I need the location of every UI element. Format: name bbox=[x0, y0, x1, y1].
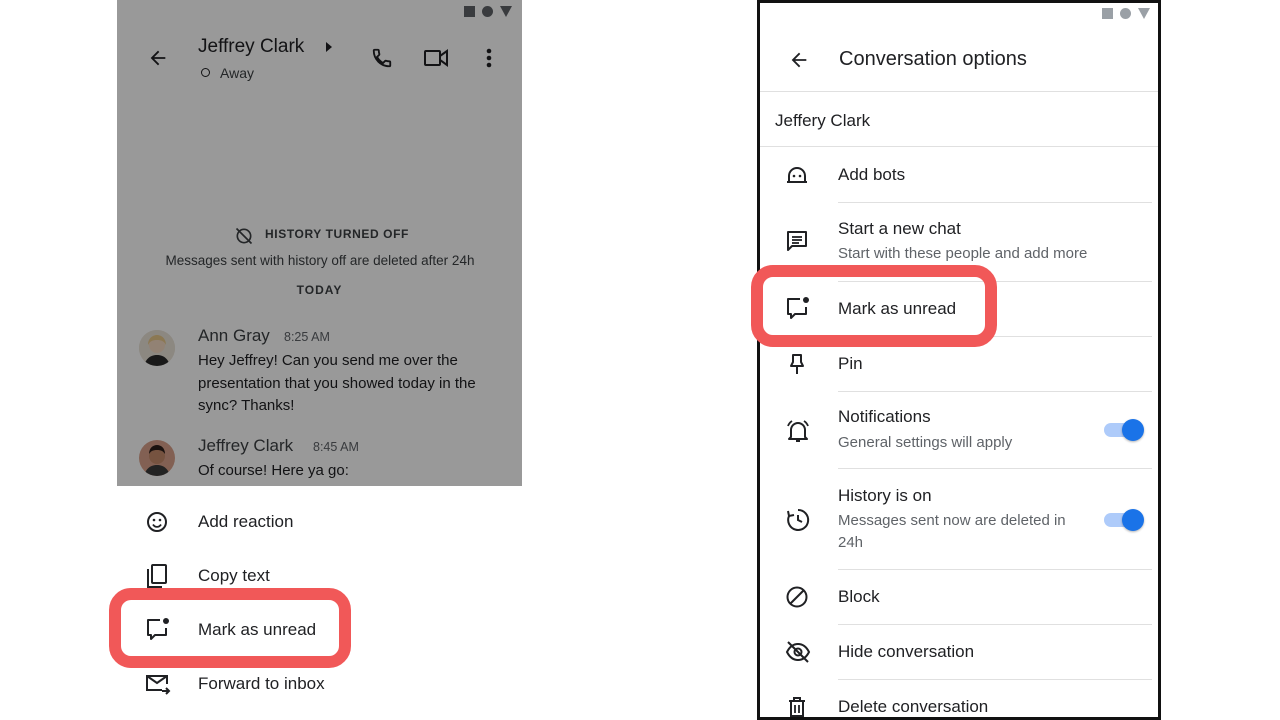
block-icon bbox=[785, 585, 809, 609]
caret-right-icon[interactable] bbox=[325, 42, 333, 52]
divider bbox=[760, 91, 1158, 92]
history-icon bbox=[785, 507, 811, 533]
history-note: Messages sent with history off are delet… bbox=[165, 253, 475, 268]
option-label: Block bbox=[838, 587, 880, 606]
sheet-item-label: Forward to inbox bbox=[198, 674, 325, 693]
back-arrow-icon[interactable] bbox=[788, 49, 810, 71]
contact-status: Away bbox=[220, 65, 254, 81]
option-label: Hide conversation bbox=[838, 642, 975, 661]
message-sender: Ann Gray bbox=[198, 326, 270, 345]
more-vert-icon[interactable] bbox=[486, 48, 492, 68]
forward-mail-icon bbox=[145, 672, 171, 696]
message-text[interactable]: Of course! Here ya go: bbox=[198, 460, 508, 483]
message-time: 8:45 AM bbox=[313, 440, 359, 454]
history-banner: HISTORY TURNED OFF bbox=[265, 227, 409, 241]
avatar-ann-gray[interactable] bbox=[139, 330, 175, 366]
message-time: 8:25 AM bbox=[284, 330, 330, 344]
notifications-toggle[interactable] bbox=[1104, 419, 1144, 441]
message-sender: Jeffrey Clark bbox=[198, 436, 294, 455]
option-label: History is on bbox=[838, 486, 932, 505]
option-sublabel: Start with these people and add more bbox=[838, 245, 1088, 262]
option-block[interactable]: Block bbox=[760, 570, 1158, 624]
phone-icon[interactable] bbox=[371, 47, 393, 69]
bot-icon bbox=[785, 163, 809, 187]
option-hide-conversation[interactable]: Hide conversation bbox=[760, 625, 1158, 679]
trash-icon bbox=[785, 695, 809, 717]
option-sublabel: General settings will apply bbox=[838, 434, 1013, 451]
option-history[interactable]: History is on Messages sent now are dele… bbox=[760, 469, 1158, 569]
chat-icon bbox=[785, 229, 809, 253]
option-add-bots[interactable]: Add bots bbox=[760, 147, 1158, 202]
status-circle-icon bbox=[482, 6, 493, 17]
toggle-thumb bbox=[1122, 509, 1144, 531]
option-label: Start a new chat bbox=[838, 219, 961, 238]
status-triangle-icon bbox=[500, 6, 512, 17]
video-call-icon[interactable] bbox=[424, 48, 448, 68]
option-sublabel: Messages sent now are deleted in 24h bbox=[838, 512, 1066, 551]
status-circle-icon bbox=[1120, 8, 1131, 19]
highlight-annotation bbox=[751, 265, 997, 347]
option-label: Notifications bbox=[838, 407, 931, 426]
option-label: Add bots bbox=[838, 165, 906, 184]
day-label: TODAY bbox=[296, 283, 343, 297]
status-square-icon bbox=[1102, 8, 1113, 19]
option-delete-conversation[interactable]: Delete conversation bbox=[760, 680, 1158, 717]
contact-name[interactable]: Jeffrey Clark bbox=[198, 36, 304, 58]
eye-off-icon bbox=[785, 640, 811, 664]
back-arrow-icon[interactable] bbox=[147, 47, 169, 69]
smile-icon bbox=[145, 510, 169, 534]
message-text[interactable]: Hey Jeffrey! Can you send me over the pr… bbox=[198, 350, 508, 418]
highlight-annotation bbox=[109, 588, 351, 668]
option-label: Pin bbox=[838, 354, 863, 373]
sheet-item-add-reaction[interactable]: Add reaction bbox=[117, 494, 522, 548]
right-phone-screen: Conversation options Jeffery Clark Add b… bbox=[757, 0, 1161, 720]
pin-icon bbox=[785, 352, 809, 376]
option-label: Delete conversation bbox=[838, 697, 989, 716]
copy-icon bbox=[145, 563, 169, 589]
status-square-icon bbox=[464, 6, 475, 17]
sheet-item-label: Add reaction bbox=[198, 512, 294, 531]
status-bar bbox=[1102, 8, 1150, 19]
away-status-icon bbox=[201, 68, 210, 77]
history-toggle[interactable] bbox=[1104, 509, 1144, 531]
chat-view: Jeffrey Clark Away HISTORY TURNED OFF Me… bbox=[117, 0, 522, 486]
bell-icon bbox=[785, 418, 811, 444]
toggle-thumb bbox=[1122, 419, 1144, 441]
status-bar bbox=[464, 6, 512, 17]
sheet-item-label: Copy text bbox=[198, 566, 270, 585]
page-title: Conversation options bbox=[839, 48, 1027, 70]
status-triangle-icon bbox=[1138, 8, 1150, 19]
option-notifications[interactable]: Notifications General settings will appl… bbox=[760, 392, 1158, 468]
avatar-jeffrey-clark[interactable] bbox=[139, 440, 175, 476]
person-name: Jeffery Clark bbox=[775, 111, 871, 130]
